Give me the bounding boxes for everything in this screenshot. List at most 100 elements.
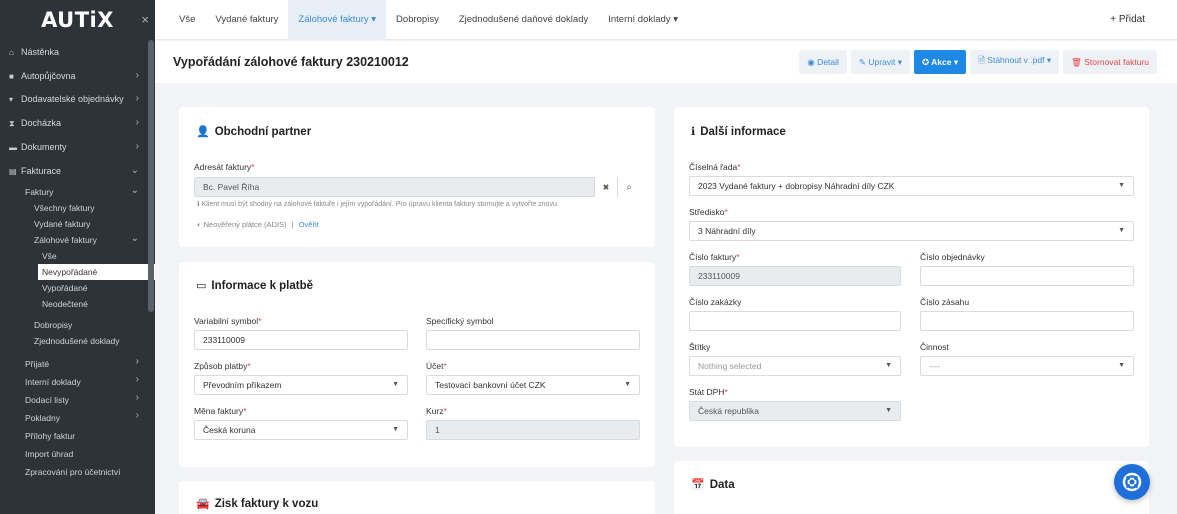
sidebar-item-vsechny-faktury[interactable]: Všechny faktury: [0, 200, 155, 216]
card-title: ℹ Další informace: [691, 126, 786, 138]
sidebar-item-interni-doklady[interactable]: Interní doklady ›: [0, 373, 155, 391]
close-icon[interactable]: ×: [141, 12, 149, 27]
caret-down-icon: ▼: [1118, 182, 1125, 189]
sidebar-item-dodaci-listy[interactable]: Dodací listy ›: [0, 391, 155, 409]
sidebar-item-fakturace[interactable]: ▤ Fakturace ⌄: [0, 161, 155, 182]
label-cislo-zakazky: Číslo zakázky: [689, 297, 742, 307]
sidebar-item-nastenka[interactable]: ⌂ Nástěnka: [0, 42, 155, 63]
invoice-icon: ▤: [9, 167, 17, 176]
actions-button[interactable]: ✪ Akce ▾: [913, 50, 967, 74]
label-stitky: Štítky: [689, 342, 711, 352]
chevron-right-icon: ›: [135, 141, 139, 152]
intervention-number-input[interactable]: [920, 311, 1134, 331]
currency-select[interactable]: Česká koruna ▼: [194, 420, 408, 440]
sidebar-item-zjednodusene-doklady[interactable]: Zjednodušené doklady: [0, 333, 155, 349]
card-title: ▭ Informace k platbě: [196, 280, 314, 292]
info-icon: ℹ: [691, 126, 696, 138]
sidebar-item-vydane-faktury[interactable]: Vydané faktury: [0, 216, 155, 232]
sidebar-item-pokladny[interactable]: Pokladny ›: [0, 409, 155, 427]
activity-select[interactable]: ---- ▼: [920, 356, 1134, 376]
label-mena-faktury: Měna faktury*: [194, 406, 247, 416]
account-select[interactable]: Testovací bankovní účet CZK ▼: [426, 375, 640, 395]
chevron-down-icon: ⌄: [130, 185, 139, 196]
sidebar-item-vyporadane[interactable]: Vypořádané: [0, 280, 155, 296]
card-business-partner: 👤 Obchodní partner Adresát faktury* Bc. P…: [179, 107, 655, 247]
sidebar-item-zalohove-faktury[interactable]: Zálohové faktury ⌄: [0, 232, 155, 248]
sidebar-item-dobropisy[interactable]: Dobropisy: [0, 317, 155, 333]
chevron-right-icon: ›: [135, 392, 139, 403]
chevron-right-icon: ›: [135, 374, 139, 385]
tab-interni-doklady[interactable]: Interní doklady ▾: [598, 0, 688, 40]
card-profit-to-vehicle: 🚘 Zisk faktury k vozu: [179, 481, 655, 514]
tab-vydane-faktury[interactable]: Vydané faktury: [205, 0, 288, 40]
tab-dobropisy[interactable]: Dobropisy: [386, 0, 449, 40]
job-number-input[interactable]: [689, 311, 901, 331]
sidebar-item-autopujcovna[interactable]: ■ Autopůjčovna ›: [0, 66, 155, 87]
sidebar-item-prijate[interactable]: Přijaté ›: [0, 355, 155, 373]
vat-country-select[interactable]: Česká republika ▼: [689, 401, 901, 421]
download-pdf-button[interactable]: 🗎 Stáhnout v .pdf ▾: [970, 50, 1060, 74]
sidebar: AUTiX × ⌂ Nástěnka ■ Autopůjčovna › ▾ Dodav…: [0, 0, 155, 514]
credit-card-icon: ▭: [196, 280, 207, 292]
clear-icon[interactable]: ✖: [594, 177, 617, 197]
tags-select[interactable]: Nothing selected ▼: [689, 356, 901, 376]
sidebar-item-prilohy-faktur[interactable]: Přílohy faktur: [0, 427, 155, 445]
sidebar-item-import-uhrad[interactable]: Import úhrad: [0, 445, 155, 463]
chevron-right-icon: ›: [135, 117, 139, 128]
adis-status: ◐ Neověřený plátce (ADIS) | Ověřit: [197, 220, 319, 229]
chevron-down-icon: ⌄: [130, 165, 139, 176]
search-icon[interactable]: ⌕: [617, 177, 640, 197]
logo-bar: AUTiX ×: [0, 0, 155, 40]
calendar-icon: 📅: [691, 479, 705, 491]
label-ucet: Účet*: [426, 361, 447, 371]
sidebar-item-neodectene[interactable]: Neodečtené: [0, 296, 155, 312]
order-number-input[interactable]: [920, 266, 1134, 286]
card-data: 📅 Data: [674, 461, 1149, 514]
sidebar-item-dochazka[interactable]: ⧗ Docházka ›: [0, 113, 155, 134]
exchange-rate-input[interactable]: 1: [426, 420, 640, 440]
user-icon: 👤: [196, 126, 210, 138]
verify-link[interactable]: Ověřit: [299, 220, 319, 229]
detail-button[interactable]: ◉ Detail: [799, 50, 847, 74]
sidebar-item-vse[interactable]: Vše: [0, 248, 155, 264]
label-adresat: Adresát faktury*: [194, 162, 255, 172]
chevron-right-icon: ›: [135, 356, 139, 367]
card-payment-info: ▭ Informace k platbě Variabilní symbol* 2…: [179, 262, 655, 467]
caret-down-icon: ▼: [624, 381, 631, 388]
payment-method-select[interactable]: Převodním příkazem ▼: [194, 375, 408, 395]
chevron-right-icon: ›: [135, 70, 139, 81]
caret-down-icon: ▼: [1118, 227, 1125, 234]
label-cislo-objednavky: Číslo objednávky: [920, 252, 985, 262]
tab-zalohove-faktury[interactable]: Zálohové faktury ▾: [288, 0, 387, 40]
specific-symbol-input[interactable]: [426, 330, 640, 350]
sidebar-item-faktury[interactable]: Faktury ⌄: [0, 184, 155, 200]
invoice-number-input[interactable]: 233110009: [689, 266, 901, 286]
variable-symbol-input[interactable]: 233110009: [194, 330, 408, 350]
add-button[interactable]: + Přidat: [1110, 14, 1145, 25]
lifebuoy-icon: [1122, 472, 1142, 492]
cancel-invoice-button[interactable]: 🗑 Stornovat fakturu: [1063, 50, 1157, 74]
help-button[interactable]: [1114, 464, 1150, 500]
logo: AUTiX: [41, 8, 114, 32]
sidebar-item-dodavatelske-objednavky[interactable]: ▾ Dodavatelské objednávky ›: [0, 89, 155, 110]
caret-down-icon: ▼: [392, 381, 399, 388]
chevron-right-icon: ›: [135, 93, 139, 104]
sidebar-item-zpracovani-pro-ucetnictvi[interactable]: Zpracování pro účetnictví: [0, 463, 155, 481]
tab-vse[interactable]: Vše: [169, 0, 205, 40]
title-bar: Vypořádání zálohové faktury 230210012 ◉ …: [155, 41, 1177, 83]
label-kurz: Kurz*: [426, 406, 447, 416]
adresat-field[interactable]: Bc. Pavel Říha: [194, 177, 640, 197]
chevron-right-icon: ›: [135, 410, 139, 421]
sidebar-item-nevyporadane[interactable]: Nevypořádané: [38, 264, 155, 280]
sidebar-item-dokumenty[interactable]: ▬ Dokumenty ›: [0, 137, 155, 158]
edit-button[interactable]: ✎ Upravit ▾: [850, 50, 910, 74]
home-icon: ⌂: [9, 48, 14, 57]
number-series-select[interactable]: 2023 Vydané faktury + dobropisy Náhradní…: [689, 176, 1134, 196]
tab-zjednodusene-danove-doklady[interactable]: Zjednodušené daňové doklady: [449, 0, 598, 40]
caret-down-icon: ▼: [1118, 362, 1125, 369]
top-nav: Vše Vydané faktury Zálohové faktury ▾ Do…: [155, 0, 1177, 40]
car-icon: ■: [9, 72, 14, 81]
cost-center-select[interactable]: 3 Náhradní díly ▼: [689, 221, 1134, 241]
label-variabilni-symbol: Variabilní symbol*: [194, 316, 262, 326]
caret-down-icon: ▼: [392, 426, 399, 433]
